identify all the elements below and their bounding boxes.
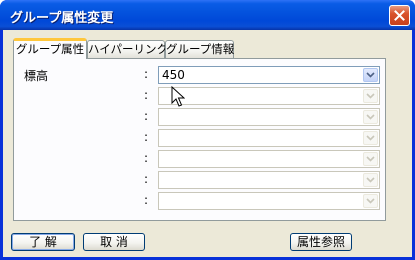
combo-dropdown-button[interactable] — [363, 89, 378, 103]
tab-group-attributes[interactable]: グループ属性 — [13, 38, 87, 59]
attribute-colon: : — [143, 151, 149, 165]
attribute-combo[interactable] — [158, 87, 380, 105]
tab-group-info[interactable]: グループ情報 — [165, 40, 234, 58]
attribute-colon: : — [143, 130, 149, 144]
combo-value: 450 — [162, 68, 185, 82]
chevron-down-icon — [366, 198, 375, 204]
ok-button[interactable]: 了 解 — [11, 233, 75, 251]
attribute-combo[interactable] — [158, 192, 380, 210]
attribute-colon: : — [143, 67, 149, 81]
combo-dropdown-button[interactable] — [363, 194, 378, 208]
close-button[interactable] — [389, 5, 410, 26]
title-bar[interactable]: グループ属性変更 — [0, 0, 415, 30]
chevron-down-icon — [366, 177, 375, 183]
chevron-down-icon — [366, 135, 375, 141]
chevron-down-icon — [366, 114, 375, 120]
chevron-down-icon — [366, 72, 375, 78]
cancel-button[interactable]: 取 消 — [83, 233, 145, 251]
attribute-colon: : — [143, 172, 149, 186]
tab-hyperlink[interactable]: ハイパーリンク — [87, 40, 169, 58]
close-icon — [394, 10, 405, 21]
attribute-reference-button[interactable]: 属性参照 — [290, 233, 352, 251]
group-attributes-panel: 標高 : 450 : : :::: — [13, 58, 386, 221]
tab-label: グループ情報 — [166, 42, 235, 56]
chevron-down-icon — [366, 93, 375, 99]
attribute-combo[interactable] — [158, 150, 380, 168]
window-title: グループ属性変更 — [10, 11, 114, 26]
attribute-combo[interactable] — [158, 129, 380, 147]
combo-dropdown-button[interactable] — [363, 173, 378, 187]
combo-dropdown-button[interactable] — [363, 110, 378, 124]
ok-button-label: 了 解 — [29, 235, 57, 249]
combo-dropdown-button[interactable] — [363, 131, 378, 145]
combo-dropdown-button[interactable] — [363, 152, 378, 166]
chevron-down-icon — [366, 156, 375, 162]
tab-label: グループ属性 — [15, 42, 85, 56]
attribute-colon: : — [143, 109, 149, 123]
cancel-button-label: 取 消 — [100, 235, 128, 249]
dialog-client-area: グループ属性 ハイパーリンク グループ情報 標高 : 450 :::::… — [3, 30, 412, 257]
attribute-reference-label: 属性参照 — [296, 235, 345, 249]
attribute-combo-elevation[interactable]: 450 — [158, 66, 380, 84]
combo-dropdown-button[interactable] — [363, 68, 378, 82]
attribute-colon: : — [143, 193, 149, 207]
attribute-label: 標高 — [24, 69, 49, 83]
dialog-window: グループ属性変更 グループ属性 ハイパーリンク グループ情報 標高 : 450 — [0, 0, 415, 260]
attribute-combo[interactable] — [158, 171, 380, 189]
attribute-combo[interactable] — [158, 108, 380, 126]
attribute-colon: : — [143, 88, 149, 102]
tab-label: ハイパーリンク — [88, 42, 169, 56]
